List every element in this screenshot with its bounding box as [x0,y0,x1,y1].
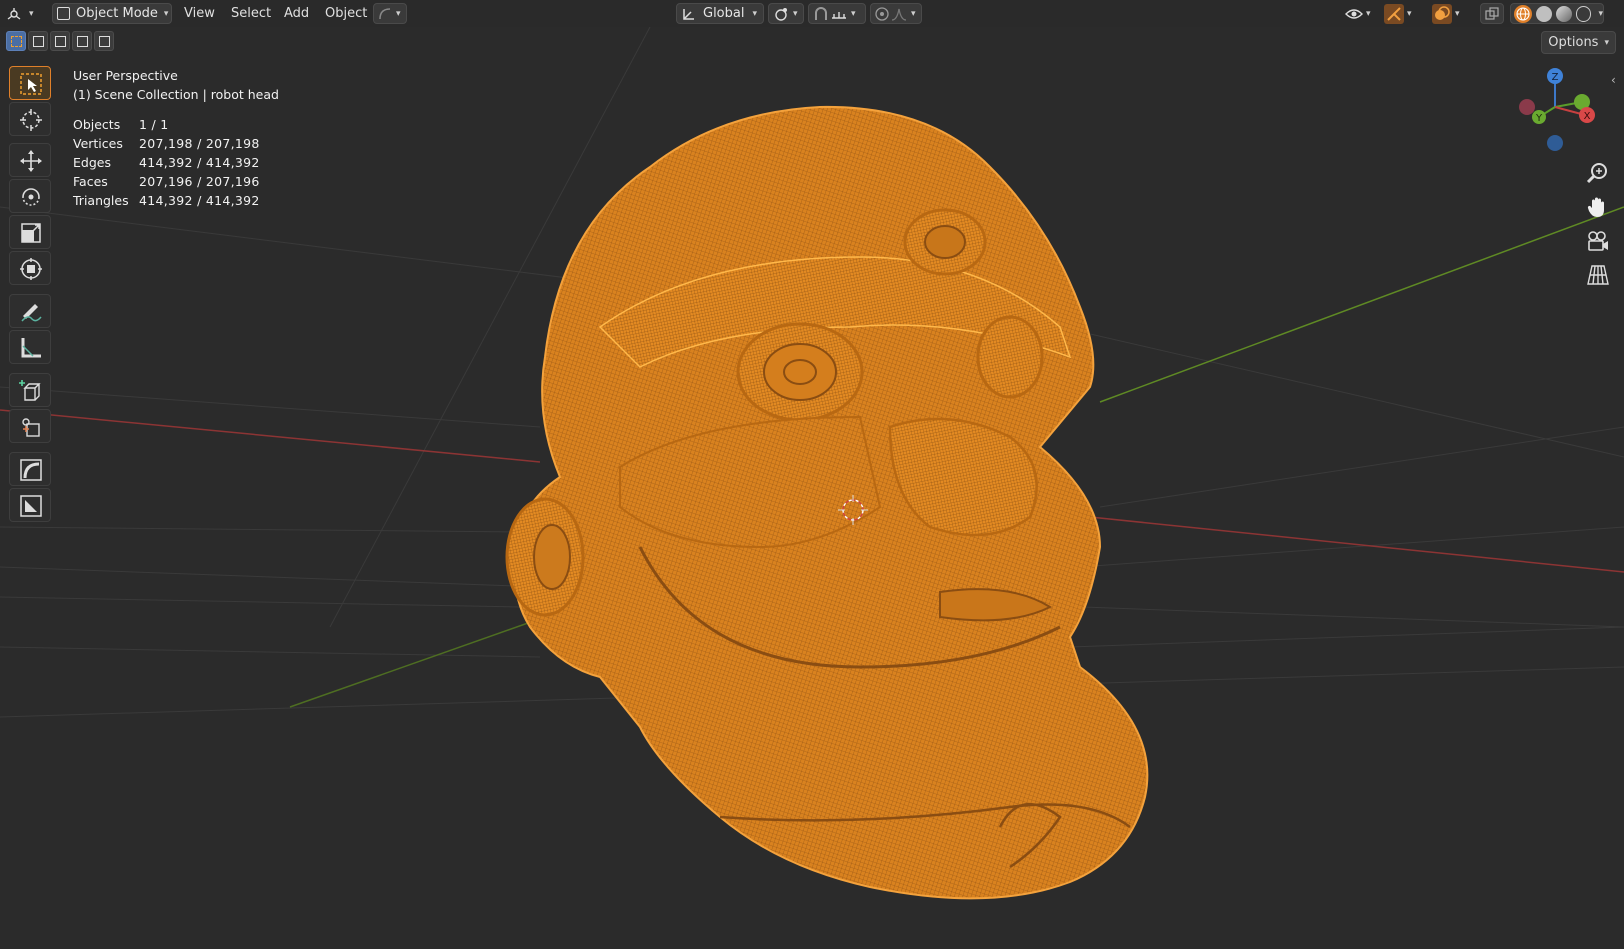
snapping-dropdown[interactable]: ▾ [808,3,866,24]
neg-x-axis-handle [1519,99,1535,115]
tool-move[interactable] [9,143,51,177]
tool-cursor[interactable] [9,102,51,136]
editor-type-button[interactable]: ▾ [6,3,44,24]
tool-add-cube[interactable] [9,373,51,407]
perspective-toggle-button[interactable] [1585,262,1611,288]
xray-icon [1485,6,1499,20]
snap-increment-icon [832,11,846,19]
annotate-icon [21,304,42,322]
tool-scale[interactable] [9,215,51,249]
select-new-button[interactable] [6,31,26,51]
measure-icon [21,338,41,358]
stat-row-objects: Objects 1 / 1 [73,117,169,132]
orientation-axes-icon [683,8,694,20]
pivot-icon [775,7,787,21]
menu-view[interactable]: View [176,3,223,24]
scale-icon [21,223,41,243]
stat-row-triangles: Triangles 414,392 / 414,392 [73,193,260,208]
x-axis-line [0,409,541,463]
move-icon [20,150,42,172]
cursor-icon [20,109,42,131]
solid-shading-button[interactable] [1536,5,1552,22]
visibility-dropdown[interactable]: ▾ [1343,3,1379,24]
proportional-editing-dropdown[interactable]: ▾ [870,3,922,24]
rendered-shading-button[interactable] [1575,5,1592,22]
3d-viewport-icon [7,7,21,20]
perspective-grid-icon [1587,265,1609,285]
shrink-icon [20,495,42,517]
options-label: Options [1548,35,1599,50]
menu-object[interactable]: Object [317,3,375,24]
stat-row-vertices: Vertices 207,198 / 207,198 [73,136,260,151]
tool-shrink[interactable] [9,488,51,522]
object-mode-icon [57,7,70,20]
transform-orientation-dropdown[interactable]: Global ▾ [676,3,764,24]
camera-icon [1588,231,1608,251]
zoom-icon [1586,163,1607,184]
stat-row-edges: Edges 414,392 / 414,392 [73,155,260,170]
shear-icon [20,459,42,481]
wireframe-shading-button[interactable] [1514,4,1532,23]
tool-shear[interactable] [9,452,51,486]
tool-measure[interactable] [9,330,51,364]
zoom-button[interactable] [1585,160,1611,186]
selection-mode-group [6,31,114,53]
material-shading-button[interactable] [1555,5,1572,22]
viewport-info: User Perspective (1) Scene Collection | … [73,66,279,104]
neg-z-axis-handle [1547,135,1563,151]
rotate-icon [22,188,40,206]
collection-info: (1) Scene Collection | robot head [73,87,279,102]
overlays-icon [1432,3,1452,24]
transform-icon [20,258,42,280]
mode-dropdown[interactable]: Object Mode ▾ [52,3,172,24]
options-dropdown[interactable]: Options ▾ [1541,31,1616,54]
view-name: User Perspective [73,68,178,83]
magnet-icon [815,6,827,20]
pivot-point-dropdown[interactable]: ▾ [768,3,804,24]
x-axis-label: X [1584,111,1591,122]
add-cube-icon [19,380,41,401]
select-intersect-button[interactable] [94,31,114,51]
select-subtract-button[interactable] [50,31,70,51]
select-extend-button[interactable] [28,31,48,51]
stat-row-faces: Faces 207,196 / 207,196 [73,174,260,189]
y-axis-line [1099,206,1624,403]
select-invert-button[interactable] [72,31,92,51]
gpencil-shape-button[interactable]: ▾ [373,3,407,24]
shading-mode-group: ▾ [1510,3,1604,24]
pan-button[interactable] [1585,194,1611,220]
tool-add-object[interactable] [9,409,51,443]
proportional-editing-icon [875,6,889,21]
robot-head-mesh [505,105,1149,900]
hand-icon [1587,197,1604,217]
viewport-header: ▾ Object Mode ▾ View Select Add Object ▾… [0,0,1624,27]
overlays-dropdown[interactable]: ▾ [1430,3,1470,24]
gizmo-icon [1384,3,1404,24]
curve-icon [379,7,391,19]
orientation-label: Global [703,6,745,21]
z-axis-label: Z [1552,72,1559,83]
tool-select-box[interactable] [9,66,51,100]
scene-statistics: Objects 1 / 1 Vertices 207,198 / 207,198 E… [73,117,260,212]
gizmo-dropdown[interactable]: ▾ [1382,3,1422,24]
add-object-icon [22,418,40,437]
menu-add[interactable]: Add [276,3,317,24]
select-box-icon [20,73,42,95]
tool-annotate[interactable] [9,294,51,328]
sidebar-toggle-icon[interactable]: ‹ [1611,73,1616,87]
navigation-gizmo[interactable]: Z X Y [1515,62,1595,162]
falloff-icon [891,8,907,21]
tool-transform[interactable] [9,251,51,285]
y-axis-label: Y [1535,113,1543,124]
mode-label: Object Mode [76,6,158,21]
menu-select[interactable]: Select [223,3,279,24]
camera-view-button[interactable] [1585,228,1611,254]
xray-toggle[interactable] [1480,3,1504,24]
tool-rotate[interactable] [9,179,51,213]
eye-icon [1345,8,1363,19]
